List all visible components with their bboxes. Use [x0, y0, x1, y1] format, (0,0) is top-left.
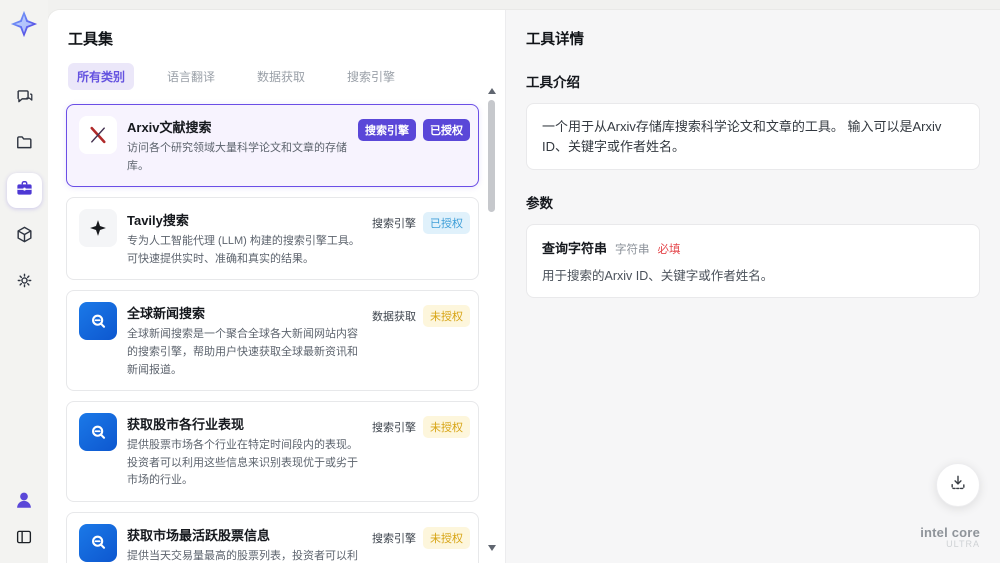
category-tabs: 所有类别 语言翻译 数据获取 搜索引擎 [68, 63, 479, 90]
auth-status-badge: 未授权 [423, 526, 470, 549]
param-description: 用于搜索的Arxiv ID、关键字或作者姓名。 [542, 269, 774, 283]
param-box: 查询字符串 字符串 必填 用于搜索的Arxiv ID、关键字或作者姓名。 [526, 224, 980, 298]
tool-description: 全球新闻搜索是一个聚合全球各大新闻网站内容的搜索引擎，帮助用户快速获取全球最新资… [127, 328, 358, 376]
tool-logo-icon [79, 209, 117, 248]
tool-name: 获取市场最活跃股票信息 [127, 527, 271, 543]
folder-icon [15, 133, 34, 157]
auth-status-badge: 未授权 [423, 416, 470, 439]
category-badge: 数据获取 [372, 311, 416, 324]
tool-logo-icon [79, 523, 117, 562]
list-scrollbar[interactable] [487, 88, 496, 551]
intel-core-logo: intel core ultra [920, 524, 980, 550]
brand-text: intel core [920, 524, 980, 540]
tool-description: 提供当天交易量最高的股票列表，投资者可以利用这些信息来识别流动性强的股票和潜在的… [127, 549, 358, 562]
collapse-sidebar-button[interactable] [10, 525, 38, 553]
auth-status-badge: 已授权 [423, 119, 470, 141]
tool-card[interactable]: 获取股市各行业表现 提供股票市场各个行业在特定时间段内的表现。投资者可以利用这些… [66, 401, 479, 502]
param-name: 查询字符串 [542, 241, 608, 256]
tool-logo-icon [79, 413, 117, 452]
params-heading: 参数 [526, 196, 553, 211]
download-icon [948, 473, 968, 498]
gem-logo-icon [7, 7, 41, 41]
tool-list-panel: 工具集 所有类别 语言翻译 数据获取 搜索引擎 Arxiv文献搜索 访问各个研究… [48, 10, 505, 563]
tool-list: Arxiv文献搜索 访问各个研究领域大量科学论文和文章的存储库。 搜索引擎 已授… [66, 104, 479, 563]
sidebar-item-models[interactable] [7, 219, 42, 254]
tool-card[interactable]: Tavily搜索 专为人工智能代理 (LLM) 构建的搜索引擎工具。可快速提供实… [66, 197, 479, 281]
tool-card[interactable]: 全球新闻搜索 全球新闻搜索是一个聚合全球各大新闻网站内容的搜索引擎，帮助用户快速… [66, 290, 479, 392]
category-badge: 搜索引擎 [372, 218, 416, 231]
download-button[interactable] [936, 463, 980, 507]
sidebar-item-chat[interactable] [7, 81, 42, 116]
category-badge: 搜索引擎 [372, 532, 416, 545]
tool-name: Tavily搜索 [127, 213, 189, 229]
sidebar-item-files[interactable] [7, 127, 42, 162]
scrollbar-thumb[interactable] [488, 100, 495, 212]
param-required-flag: 必填 [657, 244, 681, 256]
user-avatar[interactable] [10, 488, 38, 516]
category-tab[interactable]: 所有类别 [68, 63, 135, 90]
intro-text: 一个用于从Arxiv存储库搜索科学论文和文章的工具。 输入可以是Arxiv ID… [542, 119, 942, 154]
intro-box: 一个用于从Arxiv存储库搜索科学论文和文章的工具。 输入可以是Arxiv ID… [526, 103, 980, 170]
chat-icon [15, 87, 34, 111]
scroll-up-arrow-icon[interactable] [487, 88, 496, 94]
cube-icon [15, 225, 34, 249]
tool-card[interactable]: 获取市场最活跃股票信息 提供当天交易量最高的股票列表，投资者可以利用这些信息来识… [66, 511, 479, 563]
auth-status-badge: 已授权 [423, 212, 470, 235]
intro-heading: 工具介绍 [526, 75, 580, 90]
tool-logo-icon [79, 116, 117, 154]
tool-logo-icon [79, 302, 117, 341]
tool-name: 获取股市各行业表现 [127, 417, 245, 433]
main-content: 工具集 所有类别 语言翻译 数据获取 搜索引擎 Arxiv文献搜索 访问各个研究… [48, 10, 1000, 563]
tool-detail-panel: 工具详情 工具介绍 一个用于从Arxiv存储库搜索科学论文和文章的工具。 输入可… [505, 10, 1000, 563]
category-tab[interactable]: 语言翻译 [158, 63, 224, 90]
sidebar-item-settings[interactable] [7, 265, 42, 300]
tool-description: 专为人工智能代理 (LLM) 构建的搜索引擎工具。可快速提供实时、准确和真实的结… [127, 235, 360, 265]
sidebar-item-tools[interactable] [6, 173, 42, 208]
toolbox-icon [15, 179, 34, 203]
category-badge: 搜索引擎 [372, 422, 416, 435]
left-sidebar [0, 0, 48, 563]
scroll-down-arrow-icon[interactable] [487, 545, 496, 551]
gear-icon [15, 271, 34, 295]
auth-status-badge: 未授权 [423, 305, 470, 328]
tool-name: 全球新闻搜索 [127, 306, 206, 322]
category-badge: 搜索引擎 [358, 119, 416, 141]
user-avatar-icon [13, 489, 35, 516]
detail-title: 工具详情 [526, 32, 584, 48]
param-type: 字符串 [615, 244, 650, 256]
page-title: 工具集 [68, 31, 114, 48]
category-tab[interactable]: 搜索引擎 [338, 63, 404, 90]
tool-card[interactable]: Arxiv文献搜索 访问各个研究领域大量科学论文和文章的存储库。 搜索引擎 已授… [66, 104, 479, 188]
brand-sub-text: ultra [946, 539, 980, 550]
panel-toggle-icon [15, 528, 33, 551]
tool-description: 提供股票市场各个行业在特定时间段内的表现。投资者可以利用这些信息来识别表现优于或… [127, 439, 358, 487]
category-tab[interactable]: 数据获取 [248, 63, 314, 90]
tool-description: 访问各个研究领域大量科学论文和文章的存储库。 [127, 142, 347, 172]
tool-name: Arxiv文献搜索 [127, 120, 212, 135]
